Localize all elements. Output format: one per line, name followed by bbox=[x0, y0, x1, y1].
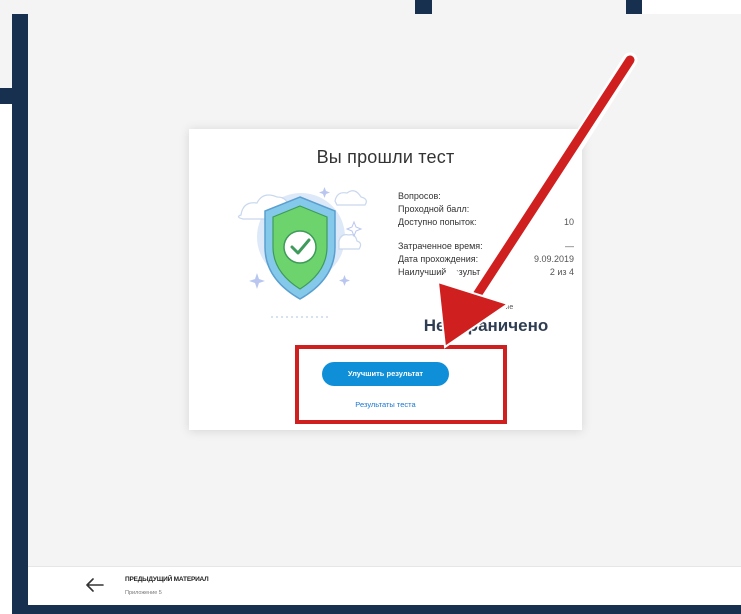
red-arrow-icon bbox=[436, 52, 638, 349]
screenshot-stage: Вы прошли тест Вопросов: Проходной балл: bbox=[0, 0, 741, 614]
